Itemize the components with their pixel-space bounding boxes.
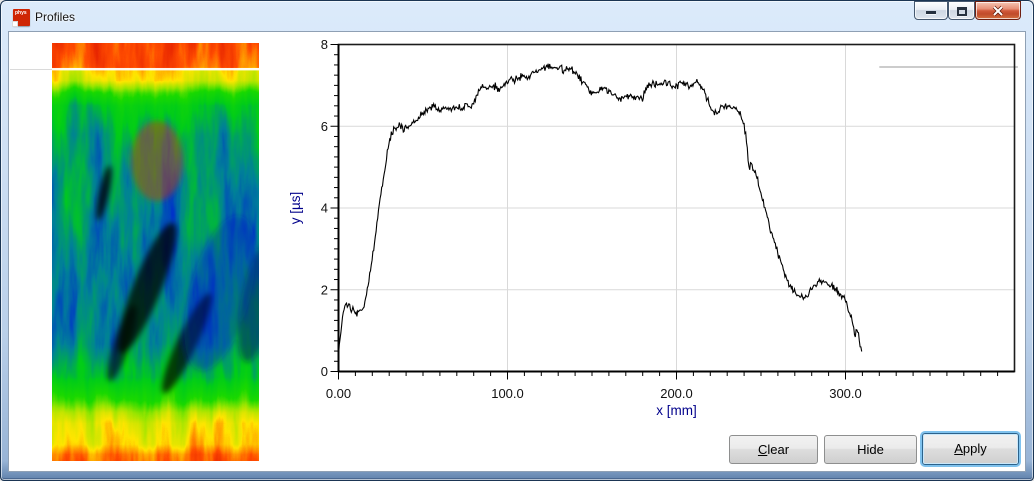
clear-button[interactable]: Clear xyxy=(729,435,818,464)
y-tick-label: 6 xyxy=(321,119,328,134)
x-tick-label: 0.00 xyxy=(326,386,351,401)
app-logo-text: phys xyxy=(15,10,27,16)
y-tick-label: 8 xyxy=(321,37,328,52)
x-tick-label: 300.0 xyxy=(829,386,862,401)
x-tick-label: 200.0 xyxy=(660,386,693,401)
profiles-window: phys Profiles xyxy=(0,0,1034,481)
maximize-button[interactable] xyxy=(948,1,975,20)
profile-chart[interactable]: 0.00 100.0 200.0 300.0 0 2 4 6 8 x [mm] y [µs] xyxy=(284,36,1024,428)
y-tick-label: 4 xyxy=(321,201,328,216)
cscan-rendering xyxy=(52,43,259,461)
minimize-button[interactable] xyxy=(914,1,948,20)
window-title: Profiles xyxy=(35,10,75,24)
profile-cursor-line xyxy=(10,69,52,70)
x-axis-title: x [mm] xyxy=(656,403,697,418)
x-tick-label: 100.0 xyxy=(491,386,524,401)
apply-button[interactable]: Apply xyxy=(922,433,1019,465)
minimize-icon xyxy=(926,11,936,14)
title-bar[interactable]: phys Profiles xyxy=(2,2,1032,31)
maximize-icon xyxy=(957,7,967,16)
y-tick-label: 0 xyxy=(321,364,328,379)
app-logo-corner xyxy=(12,21,18,27)
cscan-cursor-row xyxy=(52,68,259,70)
close-icon xyxy=(992,5,1004,17)
y-axis-title: y [µs] xyxy=(288,192,303,225)
app-icon[interactable]: phys xyxy=(13,9,30,26)
close-button[interactable] xyxy=(975,1,1021,20)
cscan-image[interactable] xyxy=(52,43,259,461)
y-tick-label: 2 xyxy=(321,282,328,297)
hide-button[interactable]: Hide xyxy=(824,435,917,464)
